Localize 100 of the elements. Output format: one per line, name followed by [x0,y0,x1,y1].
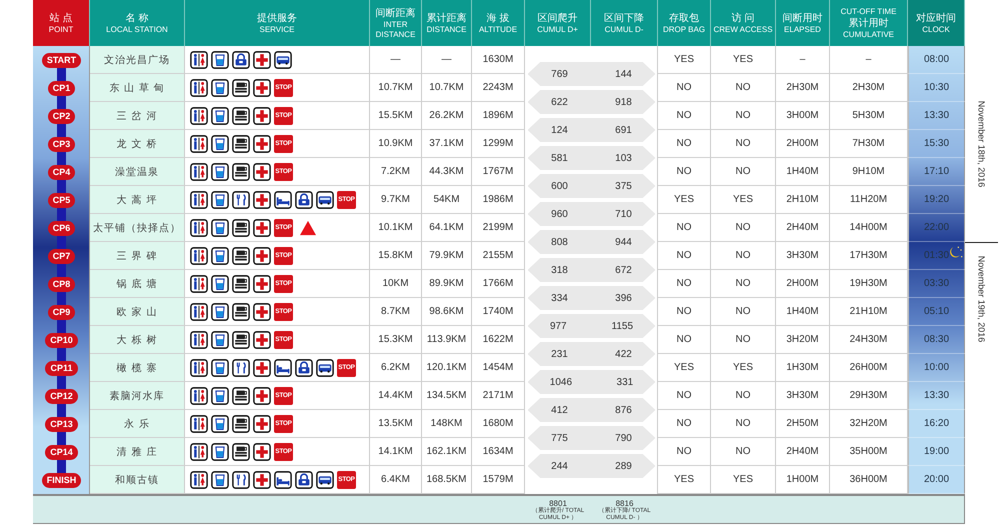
descent-value: 672 [615,264,632,276]
table-cell: 1634M [472,438,525,466]
table-cell: 1896M [472,102,525,130]
table-cell: 1630M [472,46,525,74]
clock-time: 19:20 [924,194,950,205]
ascent-value: 412 [551,404,568,416]
table-cell: NO [658,326,711,354]
station-name: 大 蒿 坪 [90,186,185,214]
water-cup-icon [211,50,229,68]
bag-icon [232,50,250,68]
ascent-value: 775 [551,432,568,444]
table-cell: NO [658,214,711,242]
table-cell: 26H00M [830,354,908,382]
date-label: November 19th, 2016 [976,255,986,342]
clock-time: 03:30 [924,278,950,289]
water-cup-icon [211,302,229,320]
table-cell: NO [658,298,711,326]
table-cell: NO [658,242,711,270]
bus-icon [316,470,334,488]
table-cell: 89.9KM [422,270,472,298]
water-cup-icon [211,106,229,124]
water-cup-icon [211,134,229,152]
table-cell: NO [711,242,776,270]
medical-cross-icon [253,246,271,264]
ascent-value: 124 [551,124,568,136]
table-cell: 2155M [472,242,525,270]
table-cell: NO [658,74,711,102]
toilet-icon [190,414,208,432]
table-cell: 64.1KM [422,214,472,242]
table-cell: 10.9KM [370,130,422,158]
table-cell: 3H20M [776,326,830,354]
table-cell: 1766M [472,270,525,298]
table-cell: 9H10M [830,158,908,186]
table-cell: 10.7KM [422,74,472,102]
descent-value: 289 [615,460,632,472]
descent-value: 144 [615,68,632,80]
table-cell: 1H30M [776,354,830,382]
toilet-icon [190,134,208,152]
table-cell: YES [658,46,711,74]
column-header: 提供服务 SERVICE [185,0,370,46]
toilet-icon [190,358,208,376]
table-cell: NO [711,130,776,158]
station-name: 大 栎 树 [90,326,185,354]
toilet-icon [190,218,208,236]
descent-value: 876 [615,404,632,416]
coffee-cup-icon [232,414,250,432]
station-name: 锅 底 塘 [90,270,185,298]
coffee-cup-icon [232,246,250,264]
clock-time: 08:00 [924,54,950,65]
table-cell: 7.2KM [370,158,422,186]
table-cell: 17H30M [830,242,908,270]
table-cell: 162.1KM [422,438,472,466]
coffee-cup-icon [232,302,250,320]
ascent-value: 808 [551,236,568,248]
bag-icon [295,190,313,208]
table-cell: NO [711,382,776,410]
table-cell: 168.5KM [422,466,472,494]
table-cell: NO [658,410,711,438]
table-cell: 134.5KM [422,382,472,410]
table-cell: NO [711,438,776,466]
toilet-icon [190,78,208,96]
table-cell: 1299M [472,130,525,158]
water-cup-icon [211,330,229,348]
clock-time: 20:00 [924,474,950,485]
fork-knife-icon [232,358,250,376]
table-cell: 2H30M [830,74,908,102]
station-name: 龙 文 桥 [90,130,185,158]
total-value: 8801 [549,498,567,508]
table-cell: 1622M [472,326,525,354]
ascent-value: 622 [551,96,568,108]
clock-time: 01:30 [924,250,950,261]
water-cup-icon [211,274,229,292]
ascent-value: 318 [551,264,568,276]
column-header: 累计距离 DISTANCE [422,0,472,46]
coffee-cup-icon [232,274,250,292]
table-cell: 79.9KM [422,242,472,270]
column-header: 区间爬升 CUMUL D+ [525,0,591,46]
table-cell: 3H00M [776,102,830,130]
medical-cross-icon [253,78,271,96]
station-name: 清 雅 庄 [90,438,185,466]
ascent-value: 581 [551,152,568,164]
table-cell: 24H30M [830,326,908,354]
table-cell: 15.8KM [370,242,422,270]
toilet-icon [190,302,208,320]
table-cell: 2H10M [776,186,830,214]
toilet-icon [190,274,208,292]
total-value: 8816 [616,498,634,508]
table-cell: — [370,46,422,74]
column-header: 间断用时 ELAPSED [776,0,830,46]
station-name: 三 岔 河 [90,102,185,130]
table-cell: 1H40M [776,298,830,326]
station-name: 太平铺（抉择点） [90,214,185,242]
coffee-cup-icon [232,106,250,124]
descent-value: 396 [615,292,632,304]
water-cup-icon [211,442,229,460]
toilet-icon [190,106,208,124]
medical-cross-icon [253,162,271,180]
table-cell: 7H30M [830,130,908,158]
column-header: 名 称 LOCAL STATION [90,0,185,46]
table-cell: 37.1KM [422,130,472,158]
